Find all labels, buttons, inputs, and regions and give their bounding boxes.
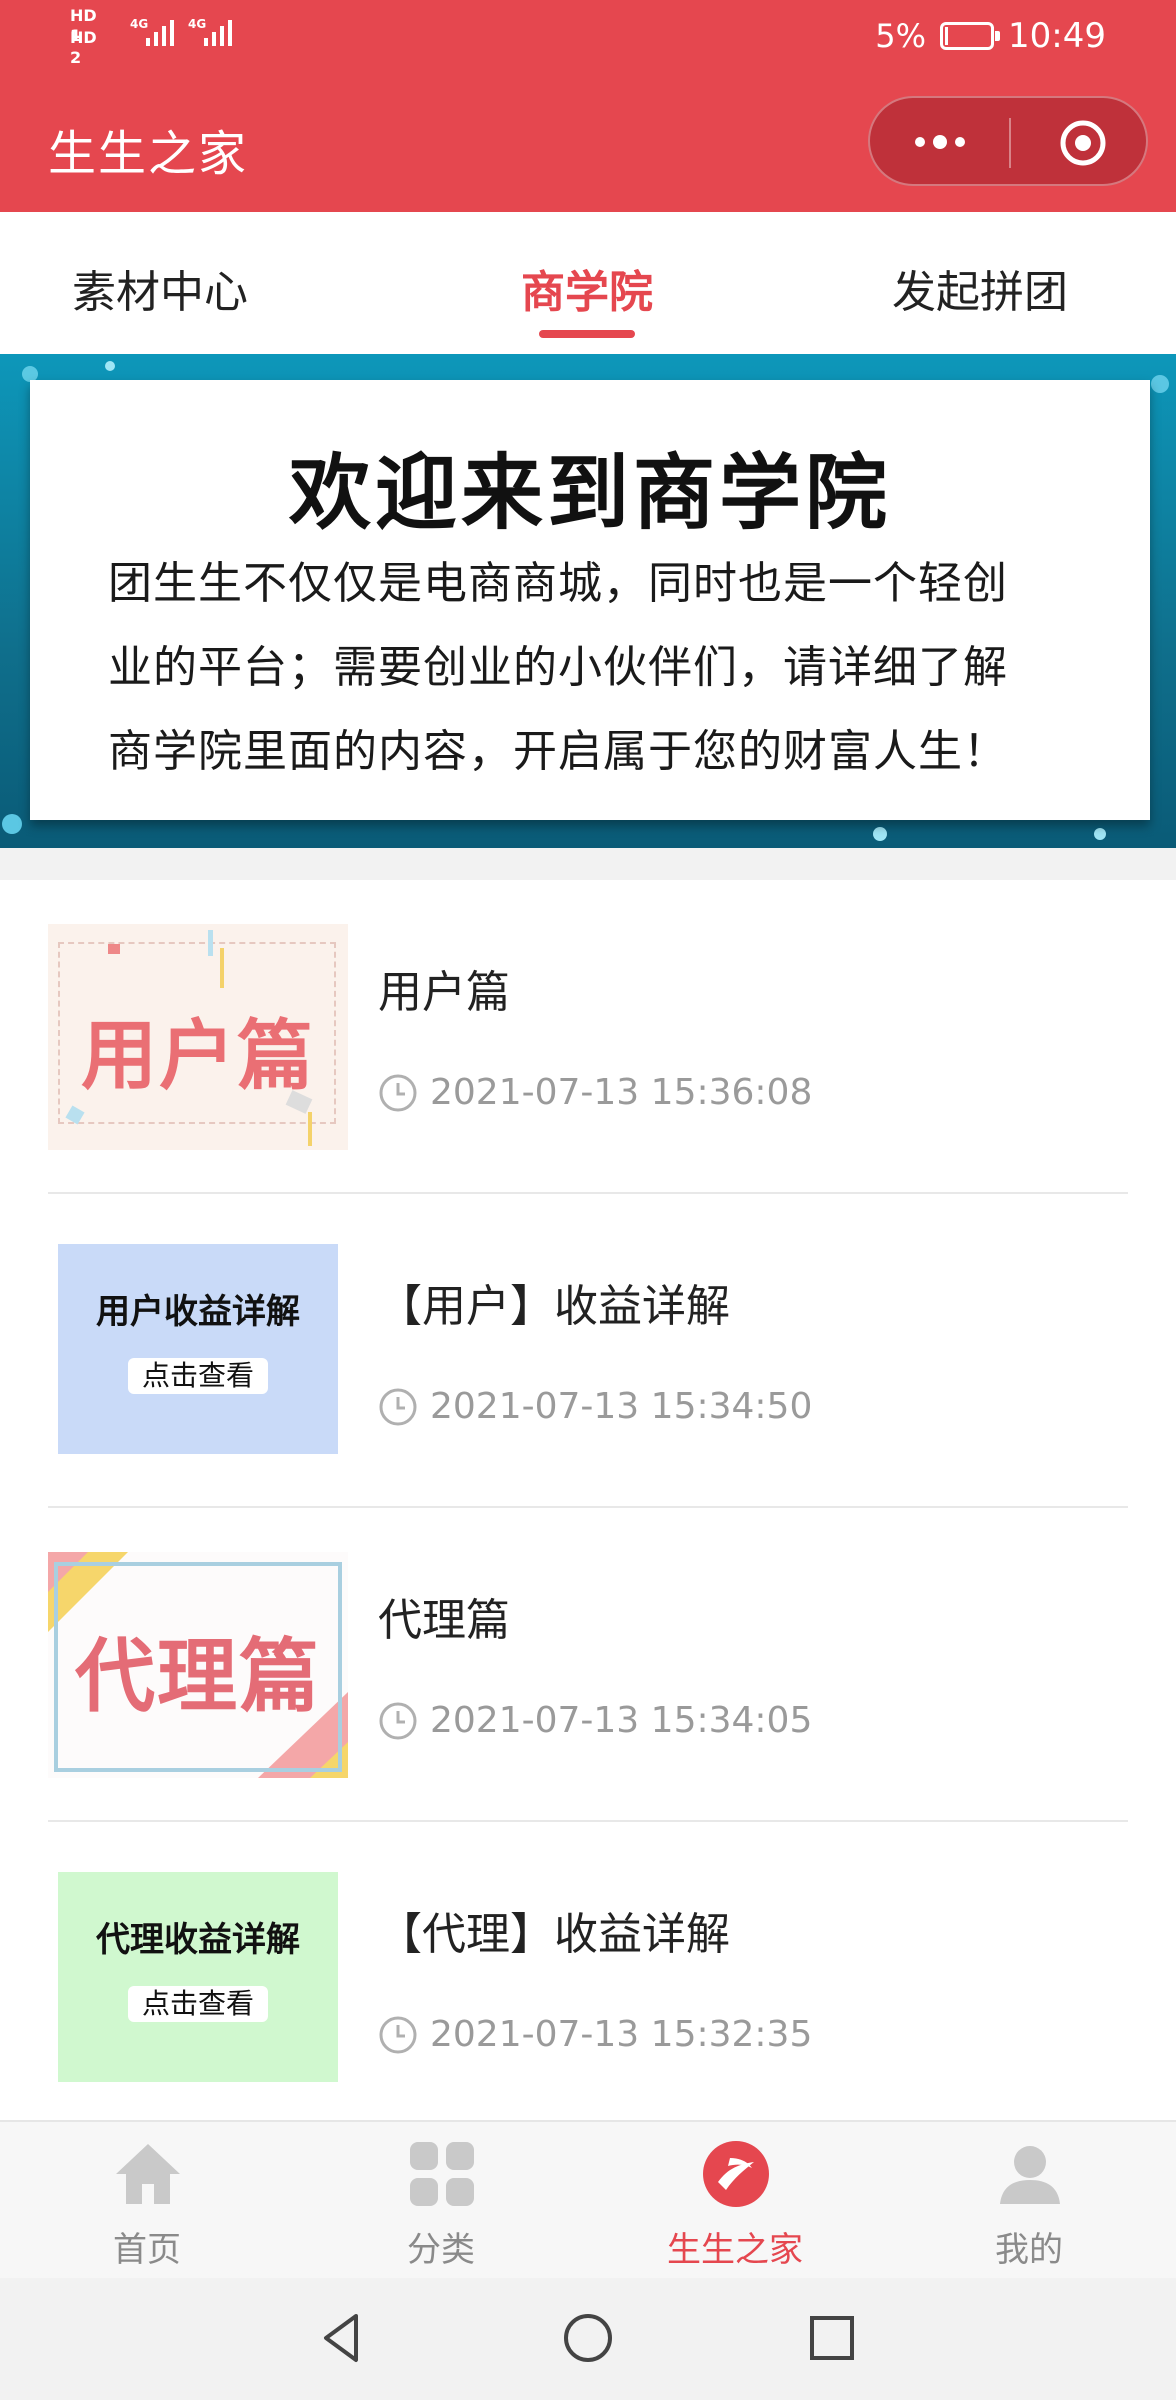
article-time: 2021-07-13 15:34:05 — [378, 1700, 812, 1741]
home-circle-icon[interactable] — [558, 2308, 618, 2368]
thumbnail-title: 代理篇 — [75, 1630, 321, 1723]
list-item[interactable]: 用户收益详解 点击查看 【用户】收益详解 2021-07-13 15:34:50 — [0, 1194, 1176, 1508]
bottom-tab-bar: 首页 分类 生生之家 我的 — [0, 2120, 1176, 2278]
page-title: 生生之家 — [48, 126, 249, 182]
thumbnail-view-button: 点击查看 — [128, 1986, 268, 2022]
status-right: 5% 10:49 — [875, 16, 1106, 56]
time-text: 2021-07-13 15:34:50 — [430, 1386, 813, 1427]
banner-title: 欢迎来到商学院 — [288, 446, 891, 541]
tabbar-label: 分类 — [407, 2230, 475, 2270]
system-navigation-bar — [0, 2278, 1176, 2400]
home-icon — [116, 2144, 180, 2204]
article-time: 2021-07-13 15:32:35 — [378, 2014, 812, 2055]
article-time: 2021-07-13 15:34:50 — [378, 1386, 812, 1427]
user-icon — [1000, 2146, 1060, 2204]
thumbnail-view-button: 点击查看 — [128, 1358, 268, 1394]
capsule-divider — [1009, 118, 1011, 168]
tabbar-label: 首页 — [113, 2230, 181, 2270]
sim2-label: HD 2 — [70, 28, 97, 67]
thumbnail-title: 代理收益详解 — [96, 1920, 300, 1960]
article-thumbnail: 代理篇 — [48, 1552, 348, 1778]
back-icon[interactable] — [312, 2308, 372, 2368]
tabbar-item-mine[interactable]: 我的 — [882, 2122, 1176, 2280]
tabbar-item-category[interactable]: 分类 — [294, 2122, 588, 2280]
banner-text: 团生生不仅仅是电商商城，同时也是一个轻创 业的平台；需要创业的小伙伴们，请详细了… — [108, 542, 1088, 794]
battery-percent: 5% — [875, 17, 927, 55]
clock-icon — [379, 1702, 417, 1739]
top-tabs: 素材中心 商学院 发起拼团 — [0, 212, 1176, 354]
article-title: 代理篇 — [378, 1595, 510, 1646]
thumbnail-title: 用户篇 — [81, 1011, 315, 1100]
battery-icon — [940, 22, 1001, 50]
clock: 10:49 — [1008, 16, 1106, 56]
article-title: 用户篇 — [378, 967, 510, 1018]
target-close-icon[interactable] — [1058, 118, 1108, 168]
thumbnail-title: 用户收益详解 — [96, 1292, 300, 1332]
brand-logo-icon — [703, 2141, 769, 2207]
article-time: 2021-07-13 15:36:08 — [378, 1072, 812, 1113]
signal-icon — [146, 20, 174, 46]
banner-line: 团生生不仅仅是电商商城，同时也是一个轻创 — [108, 558, 1008, 609]
time-text: 2021-07-13 15:34:05 — [430, 1700, 813, 1741]
article-title: 【代理】收益详解 — [378, 1909, 730, 1960]
banner-line: 商学院里面的内容，开启属于您的财富人生！ — [108, 726, 1008, 777]
time-text: 2021-07-13 15:36:08 — [430, 1072, 813, 1113]
clock-icon — [379, 1388, 417, 1425]
list-item[interactable]: 代理篇 代理篇 2021-07-13 15:34:05 — [0, 1508, 1176, 1822]
article-thumbnail: 代理收益详解 点击查看 — [48, 1866, 348, 2092]
list-item[interactable]: 代理收益详解 点击查看 【代理】收益详解 2021-07-13 15:32:35 — [0, 1822, 1176, 2136]
tabbar-label: 我的 — [995, 2230, 1063, 2270]
article-thumbnail: 用户收益详解 点击查看 — [48, 1238, 348, 1464]
tabbar-item-shengsheng-home[interactable]: 生生之家 — [588, 2122, 882, 2280]
more-dots-icon[interactable] — [910, 120, 970, 164]
welcome-banner: 欢迎来到商学院 团生生不仅仅是电商商城，同时也是一个轻创 业的平台；需要创业的小… — [0, 354, 1176, 848]
recents-icon[interactable] — [802, 2308, 862, 2368]
list-item[interactable]: 用户篇 用户篇 2021-07-13 15:36:08 — [0, 880, 1176, 1194]
capsule-menu — [868, 96, 1148, 186]
article-title: 【用户】收益详解 — [378, 1281, 730, 1332]
tab-business-school[interactable]: 商学院 — [497, 256, 677, 320]
active-tab-indicator — [539, 330, 635, 338]
signal-icon — [204, 20, 232, 46]
mini-program-nav-bar: 生生之家 — [0, 70, 1176, 212]
banner-line: 业的平台；需要创业的小伙伴们，请详细了解 — [108, 642, 1008, 693]
time-text: 2021-07-13 15:32:35 — [430, 2014, 813, 2055]
grid-icon — [410, 2142, 474, 2206]
tabbar-item-home[interactable]: 首页 — [0, 2122, 294, 2280]
tab-material-center[interactable]: 素材中心 — [70, 256, 250, 320]
status-bar: HD 1 HD 2 4G 4G 5% 10:49 — [0, 0, 1176, 70]
tabbar-label: 生生之家 — [667, 2230, 803, 2270]
clock-icon — [379, 2016, 417, 2053]
article-thumbnail: 用户篇 — [48, 924, 348, 1150]
tab-group-buy[interactable]: 发起拼团 — [890, 256, 1070, 320]
clock-icon — [379, 1074, 417, 1111]
battery-level — [945, 27, 949, 45]
article-list: 用户篇 用户篇 2021-07-13 15:36:08 用户收益详解 点击查看 … — [0, 880, 1176, 2120]
banner-card: 欢迎来到商学院 团生生不仅仅是电商商城，同时也是一个轻创 业的平台；需要创业的小… — [30, 380, 1150, 820]
